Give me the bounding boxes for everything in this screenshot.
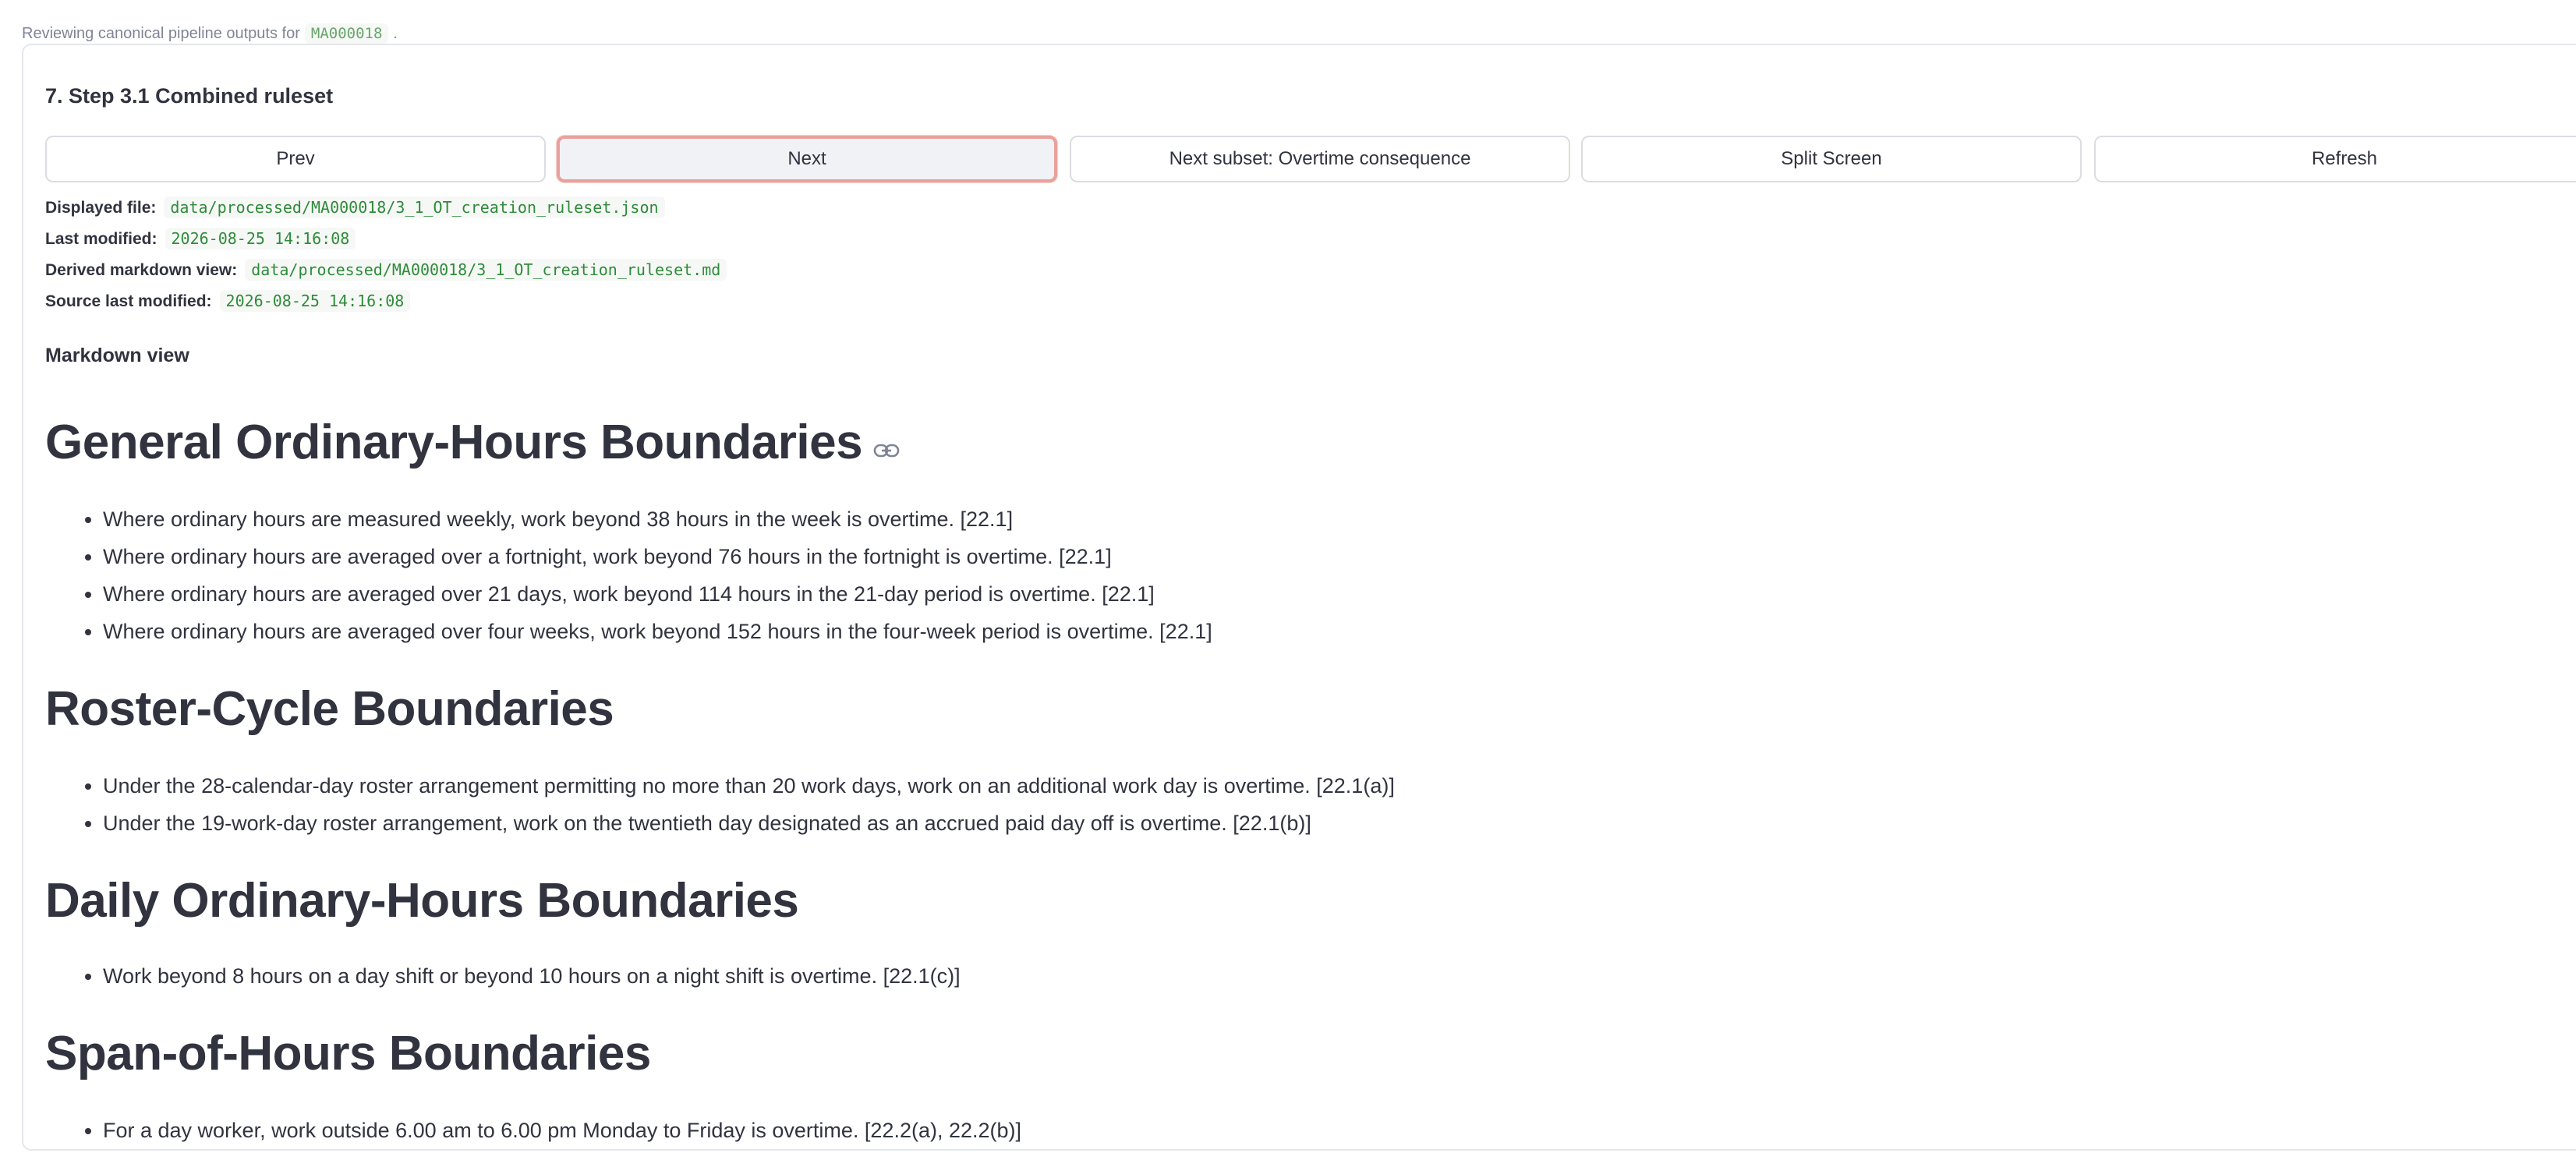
displayed-file-label: Displayed file:: [45, 199, 157, 217]
section-list: Under the 28-calendar-day roster arrange…: [45, 767, 1395, 842]
markdown-view-label: Markdown view: [45, 345, 189, 366]
section-heading: General Ordinary-Hours Boundaries: [45, 412, 900, 474]
prev-button[interactable]: Prev: [45, 136, 546, 182]
list-item: Where ordinary hours are averaged over 2…: [103, 575, 1212, 613]
list-item: Where ordinary hours are averaged over a…: [103, 538, 1212, 575]
displayed-file-row: Displayed file: data/processed/MA000018/3…: [45, 196, 665, 218]
refresh-button[interactable]: Refresh: [2094, 136, 2576, 182]
anchor-link-icon[interactable]: [873, 412, 900, 474]
split-screen-button[interactable]: Split Screen: [1581, 136, 2082, 182]
displayed-file-path: data/processed/MA000018/3_1_OT_creation_…: [164, 196, 665, 218]
section-heading: Daily Ordinary-Hours Boundaries: [45, 874, 799, 928]
derived-markdown-path: data/processed/MA000018/3_1_OT_creation_…: [245, 259, 727, 281]
intro-label: Reviewing canonical pipeline outputs for: [22, 25, 300, 42]
list-item: Under the 28-calendar-day roster arrange…: [103, 767, 1395, 805]
source-modified-label: Source last modified:: [45, 292, 212, 310]
next-subset-button[interactable]: Next subset: Overtime consequence: [1070, 136, 1570, 182]
source-modified-row: Source last modified: 2026-08-25 14:16:08: [45, 290, 411, 312]
list-item: For a day worker, work outside 6.00 am t…: [103, 1112, 1021, 1149]
section-heading-text: General Ordinary-Hours Boundaries: [45, 416, 863, 469]
derived-markdown-label: Derived markdown view:: [45, 261, 238, 279]
derived-markdown-row: Derived markdown view: data/processed/MA0…: [45, 259, 727, 281]
list-item: Where ordinary hours are measured weekly…: [103, 500, 1212, 538]
intro-suffix: .: [393, 25, 398, 42]
last-modified-row: Last modified: 2026-08-25 14:16:08: [45, 228, 356, 249]
section-list: Work beyond 8 hours on a day shift or be…: [45, 957, 961, 995]
next-button[interactable]: Next: [557, 136, 1057, 182]
section-heading: Span-of-Hours Boundaries: [45, 1027, 651, 1080]
section-list: For a day worker, work outside 6.00 am t…: [45, 1112, 1021, 1149]
step-panel: 7. Step 3.1 Combined ruleset Prev Next N…: [22, 44, 2576, 1151]
award-id-code: MA000018: [304, 23, 389, 44]
list-item: Under the 19-work-day roster arrangement…: [103, 805, 1395, 842]
last-modified-value: 2026-08-25 14:16:08: [165, 228, 356, 249]
section-list: Where ordinary hours are measured weekly…: [45, 500, 1212, 650]
step-title: 7. Step 3.1 Combined ruleset: [45, 84, 334, 108]
source-modified-value: 2026-08-25 14:16:08: [219, 290, 411, 312]
last-modified-label: Last modified:: [45, 230, 157, 248]
list-item: Work beyond 8 hours on a day shift or be…: [103, 957, 961, 995]
intro-text: Reviewing canonical pipeline outputs for…: [22, 22, 398, 45]
list-item: Where ordinary hours are averaged over f…: [103, 613, 1212, 650]
section-heading: Roster-Cycle Boundaries: [45, 682, 614, 736]
